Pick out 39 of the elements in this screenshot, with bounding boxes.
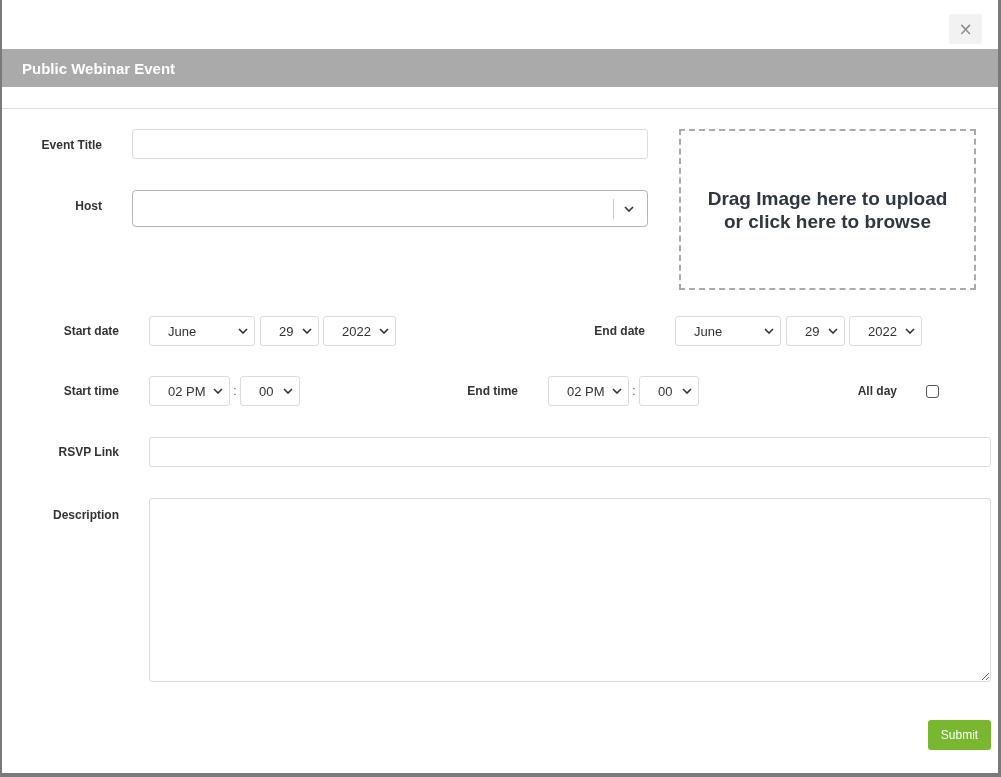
field-label: Event Title: [40, 137, 102, 152]
chevron-icon: [828, 328, 838, 334]
year-select[interactable]: 2022: [849, 316, 922, 346]
dialog-title: Public Webinar Event: [22, 59, 176, 77]
minute-select[interactable]: 00: [240, 376, 300, 406]
field-label: Start time: [62, 384, 119, 398]
field-label: Description: [52, 507, 119, 522]
time-separator: :: [232, 384, 238, 398]
field-label: End time: [466, 384, 518, 398]
field-label: End date: [593, 324, 645, 338]
chevron-icon: [379, 328, 389, 334]
chevron-icon: [238, 328, 248, 334]
chevron-icon: [213, 388, 223, 394]
chevron-icon: [764, 328, 774, 334]
chevron-icon: [283, 388, 293, 394]
rsvp-link-input[interactable]: [149, 437, 991, 467]
chevron-icon: [905, 328, 915, 334]
year-select[interactable]: 2022: [323, 316, 396, 346]
day-select[interactable]: 29: [260, 316, 319, 346]
time-separator: :: [631, 384, 637, 398]
chevron-icon: [682, 388, 692, 394]
text-input[interactable]: [132, 129, 648, 159]
field-label: Start date: [62, 324, 119, 338]
month-select[interactable]: June: [149, 316, 255, 346]
field-label: Host: [74, 198, 102, 213]
chevron-icon: [612, 388, 622, 394]
hour-select[interactable]: 02 PM: [548, 376, 629, 406]
minute-select[interactable]: 00: [639, 376, 699, 406]
chevron-icon: [302, 328, 312, 334]
hour-select[interactable]: 02 PM: [149, 376, 230, 406]
all-day-checkbox[interactable]: [926, 384, 939, 398]
chevron-icon: [624, 205, 634, 212]
month-select[interactable]: June: [675, 316, 781, 346]
upload-area[interactable]: Drag Image here to upload or click here to browse: [679, 129, 976, 290]
dropdown-field[interactable]: [132, 190, 648, 227]
description-textarea[interactable]: [149, 498, 991, 682]
day-select[interactable]: 29: [786, 316, 845, 346]
field-label: RSVP Link: [57, 445, 119, 459]
field-label: All day: [856, 384, 897, 398]
